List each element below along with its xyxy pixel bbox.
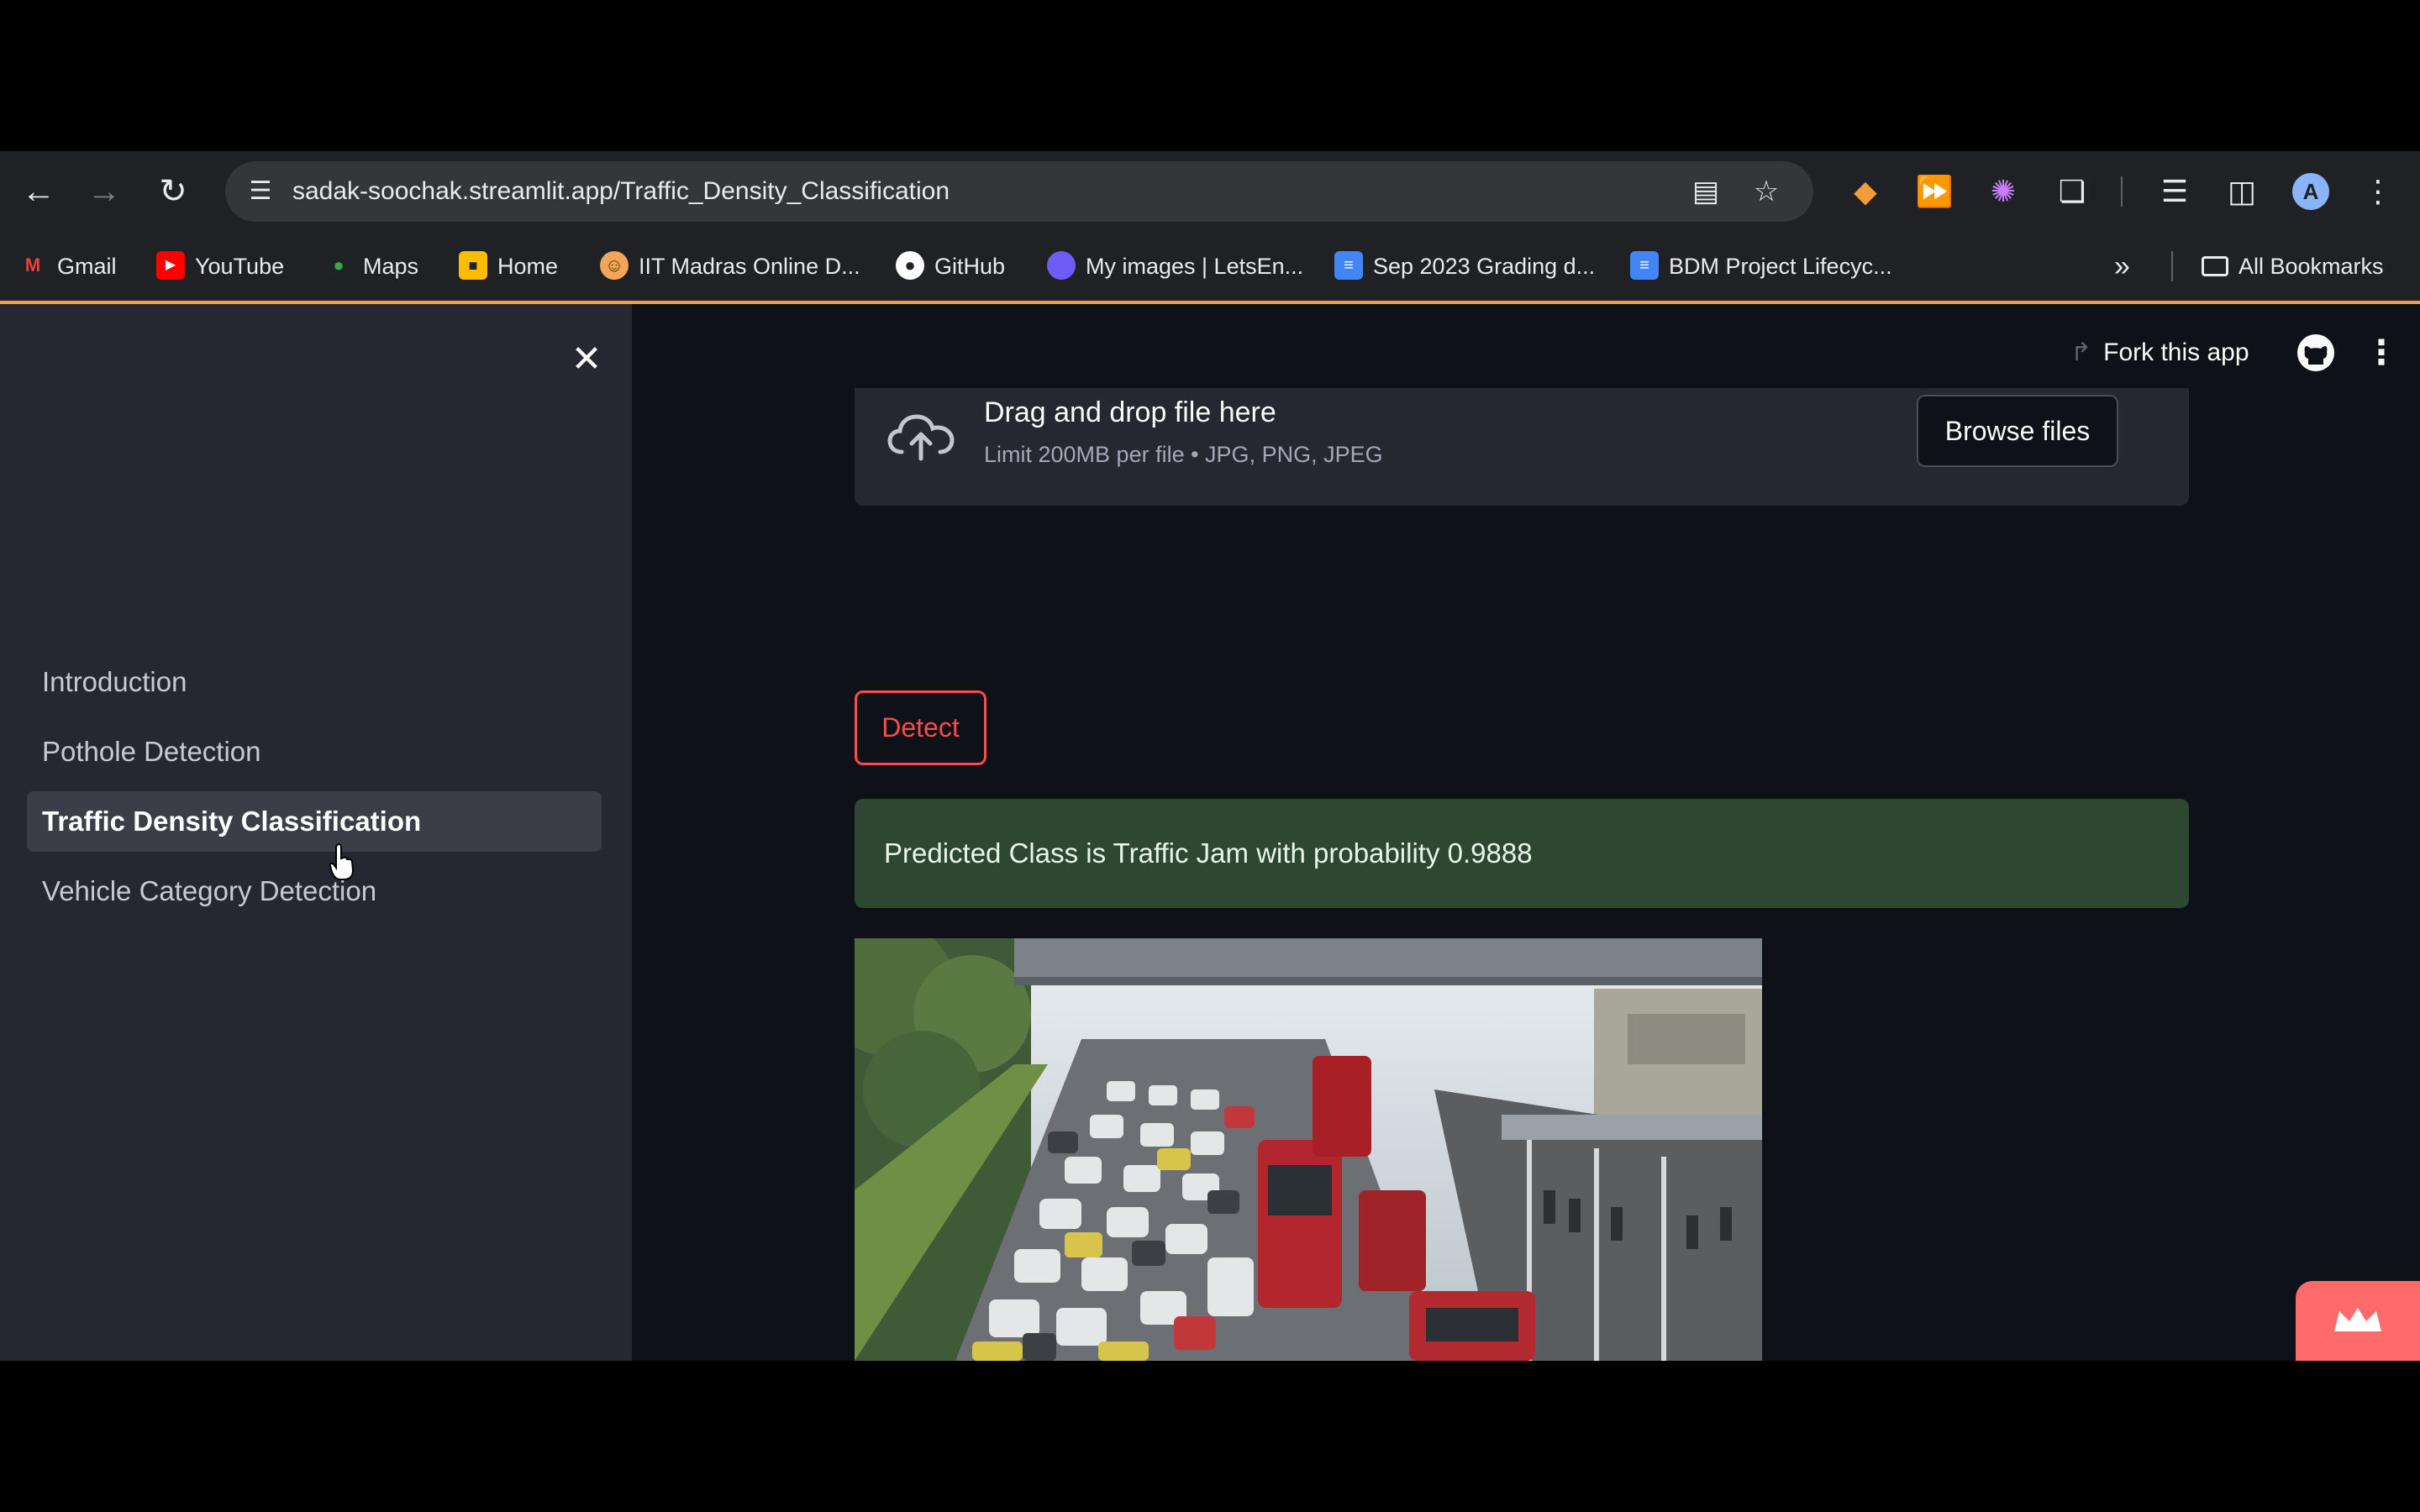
docs-icon: ≡ bbox=[1630, 250, 1659, 280]
browser-menu-icon[interactable]: ⋮ bbox=[2358, 171, 2398, 212]
prediction-success-alert: Predicted Class is Traffic Jam with prob… bbox=[855, 799, 2189, 908]
detect-button[interactable]: Detect bbox=[855, 690, 986, 765]
all-bookmarks-folder[interactable]: All Bookmarks bbox=[2202, 232, 2384, 301]
all-bookmarks-label: All Bookmarks bbox=[2238, 254, 2384, 279]
app-menu-icon[interactable]: ⋮ bbox=[2365, 331, 2398, 375]
streamlit-badge[interactable] bbox=[2296, 1281, 2420, 1361]
bookmark-label: Sep 2023 Grading d... bbox=[1373, 254, 1596, 279]
github-icon[interactable] bbox=[2294, 331, 2338, 375]
bookmark-label: BDM Project Lifecyc... bbox=[1669, 254, 1892, 279]
bookmark-maps[interactable]: ● Maps bbox=[324, 232, 418, 301]
gmail-icon: M bbox=[24, 254, 41, 276]
forward-arrow-icon[interactable]: → bbox=[84, 171, 124, 212]
reload-icon[interactable]: ↻ bbox=[153, 171, 193, 212]
fork-label: Fork this app bbox=[2103, 339, 2249, 366]
screen: ← → ↻ ☰ sadak-soochak.streamlit.app/Traf… bbox=[0, 151, 2420, 1361]
youtube-icon: ▶ bbox=[156, 250, 185, 280]
back-arrow-icon[interactable]: ← bbox=[18, 171, 59, 212]
close-sidebar-icon[interactable]: ✕ bbox=[563, 336, 610, 383]
bookmark-label: Maps bbox=[363, 254, 419, 279]
toolbar-divider bbox=[2121, 176, 2123, 207]
more-bookmarks-chevron-icon[interactable]: » bbox=[2114, 232, 2130, 301]
sidebar-item-traffic-density-classification[interactable]: Traffic Density Classification bbox=[27, 791, 602, 852]
site-settings-icon[interactable]: ☰ bbox=[242, 173, 279, 210]
bookmark-label: My images | LetsEn... bbox=[1086, 254, 1304, 279]
side-panel-icon[interactable]: ◫ bbox=[2222, 171, 2262, 212]
bookmark-youtube[interactable]: ▶ YouTube bbox=[156, 232, 284, 301]
upload-cloud-icon bbox=[887, 414, 955, 461]
docs-icon: ≡ bbox=[1334, 250, 1363, 280]
bookmark-label: YouTube bbox=[195, 254, 285, 279]
bookmark-home[interactable]: ■ Home bbox=[459, 232, 558, 301]
speed-extension-icon[interactable]: ⏩ bbox=[1914, 171, 1954, 212]
bookmarks-bar: M Gmail ▶ YouTube ● Maps ■ Home ☺ IIT Madras … bbox=[0, 232, 2420, 301]
bookmark-label: Home bbox=[497, 254, 559, 279]
letsenhance-icon bbox=[1047, 250, 1076, 280]
browse-files-button[interactable]: Browse files bbox=[1917, 395, 2118, 467]
bookmark-bdm[interactable]: ≡ BDM Project Lifecyc... bbox=[1630, 232, 1892, 301]
file-uploader-dropzone[interactable]: Drag and drop file here Limit 200MB per … bbox=[855, 388, 2189, 506]
address-bar[interactable]: ☰ sadak-soochak.streamlit.app/Traffic_De… bbox=[225, 161, 1813, 222]
hand-cursor-icon bbox=[329, 843, 355, 880]
fork-app-button[interactable]: ↱ Fork this app bbox=[2070, 333, 2249, 373]
bookmark-label: GitHub bbox=[934, 254, 1006, 279]
sidebar-item-vehicle-category-detection[interactable]: Vehicle Category Detection bbox=[27, 861, 602, 921]
dropzone-limit-text: Limit 200MB per file • JPG, PNG, JPEG bbox=[984, 442, 1383, 467]
fork-icon: ↱ bbox=[2070, 339, 2092, 366]
bookmarks-divider bbox=[2171, 251, 2173, 281]
profile-avatar[interactable]: A bbox=[2292, 173, 2329, 210]
streamlit-crown-icon bbox=[2334, 1308, 2381, 1331]
bookmark-label: Gmail bbox=[57, 254, 117, 279]
media-controls-icon[interactable]: ☰ bbox=[2154, 171, 2195, 212]
bookmark-letsenhance[interactable]: My images | LetsEn... bbox=[1047, 232, 1303, 301]
traffic-photo bbox=[855, 938, 1762, 1361]
github-icon: ● bbox=[896, 250, 924, 280]
bookmark-github[interactable]: ● GitHub bbox=[896, 232, 1005, 301]
sidebar-item-introduction[interactable]: Introduction bbox=[27, 652, 602, 712]
browser-toolbar: ← → ↻ ☰ sadak-soochak.streamlit.app/Traf… bbox=[0, 151, 2420, 232]
sidebar-item-pothole-detection[interactable]: Pothole Detection bbox=[27, 722, 602, 782]
app-sidebar: ✕ Introduction Pothole Detection Traffic… bbox=[0, 304, 632, 1361]
color-picker-extension-icon[interactable]: ✺ bbox=[1983, 171, 2023, 212]
dropzone-title: Drag and drop file here bbox=[984, 396, 1276, 428]
bookmark-star-icon[interactable]: ☆ bbox=[1748, 173, 1785, 210]
bookmark-label: IIT Madras Online D... bbox=[639, 254, 860, 279]
main-content: ↱ Fork this app ⋮ Drag and drop file here… bbox=[632, 304, 2420, 1361]
install-app-icon[interactable]: ▤ bbox=[1687, 173, 1724, 210]
metamask-extension-icon[interactable]: ◆ bbox=[1845, 171, 1886, 212]
extensions-puzzle-icon[interactable]: ❏ bbox=[2052, 171, 2092, 212]
prediction-message: Predicted Class is Traffic Jam with prob… bbox=[884, 837, 1533, 869]
bookmark-gmail[interactable]: M Gmail bbox=[18, 232, 117, 301]
bookmark-iitm[interactable]: ☺ IIT Madras Online D... bbox=[600, 232, 860, 301]
folder-icon bbox=[2202, 255, 2228, 276]
maps-pin-icon: ● bbox=[333, 254, 345, 276]
bookmark-grading[interactable]: ≡ Sep 2023 Grading d... bbox=[1334, 232, 1595, 301]
uploaded-traffic-image bbox=[855, 938, 1762, 1361]
iitm-icon: ☺ bbox=[600, 250, 629, 280]
url-text[interactable]: sadak-soochak.streamlit.app/Traffic_Dens… bbox=[292, 161, 950, 222]
home-icon: ■ bbox=[459, 250, 487, 280]
